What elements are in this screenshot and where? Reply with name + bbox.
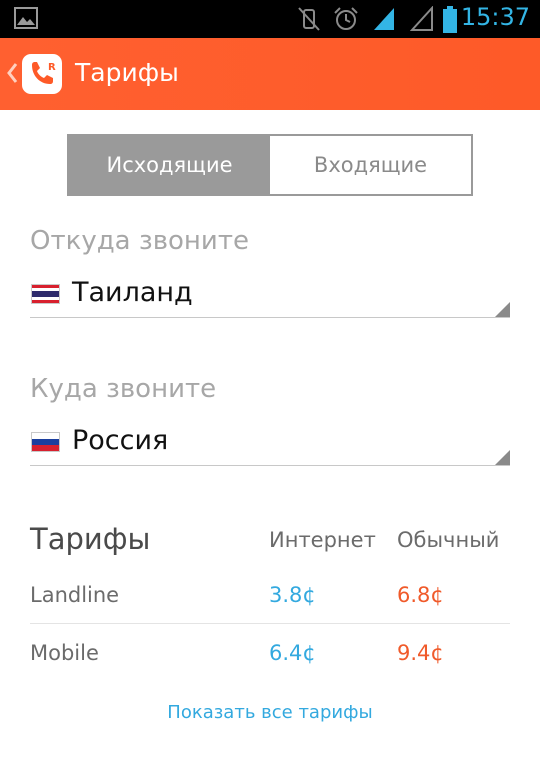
- rates-title: Тарифы: [30, 522, 151, 556]
- app-bar: R Тарифы: [0, 38, 540, 110]
- rate-regular: 9.4¢: [397, 641, 444, 665]
- back-chevron-icon[interactable]: [5, 58, 19, 88]
- signal-empty-icon: [410, 6, 433, 31]
- rate-internet: 6.4¢: [269, 641, 316, 665]
- divider: [30, 623, 510, 624]
- show-all-rates-link[interactable]: Показать все тарифы: [0, 702, 540, 723]
- dropdown-triangle-icon: [495, 302, 510, 317]
- rate-label: Mobile: [30, 641, 99, 665]
- to-country-spinner[interactable]: Россия: [30, 416, 510, 466]
- rate-label: Landline: [30, 583, 120, 607]
- to-country-value: Россия: [72, 425, 169, 456]
- signal-icon: [374, 8, 394, 30]
- logo-letter: R: [48, 62, 56, 73]
- from-country-value: Таиланд: [72, 277, 193, 308]
- rate-regular: 6.8¢: [397, 583, 444, 607]
- to-label: Куда звоните: [30, 374, 217, 404]
- alarm-icon: [334, 7, 358, 30]
- column-header-regular: Обычный: [397, 528, 500, 552]
- app-logo[interactable]: R: [22, 54, 62, 94]
- tab-incoming[interactable]: Входящие: [270, 136, 471, 194]
- status-bar: 15:37: [0, 0, 540, 38]
- rate-internet: 3.8¢: [269, 583, 316, 607]
- from-label: Откуда звоните: [30, 226, 249, 256]
- battery-icon: [443, 6, 457, 33]
- picture-icon: [14, 7, 38, 29]
- tab-outgoing[interactable]: Исходящие: [69, 136, 270, 194]
- column-header-internet: Интернет: [269, 528, 376, 552]
- status-time: 15:37: [460, 3, 530, 31]
- direction-segmented-control: Исходящие Входящие: [67, 134, 473, 196]
- page-title: Тарифы: [75, 58, 179, 87]
- from-country-spinner[interactable]: Таиланд: [30, 268, 510, 318]
- vibrate-mute-icon: [298, 7, 320, 31]
- russia-flag-icon: [31, 432, 60, 452]
- dropdown-triangle-icon: [495, 450, 510, 465]
- thailand-flag-icon: [31, 284, 60, 304]
- phone-logo-icon: R: [32, 62, 56, 84]
